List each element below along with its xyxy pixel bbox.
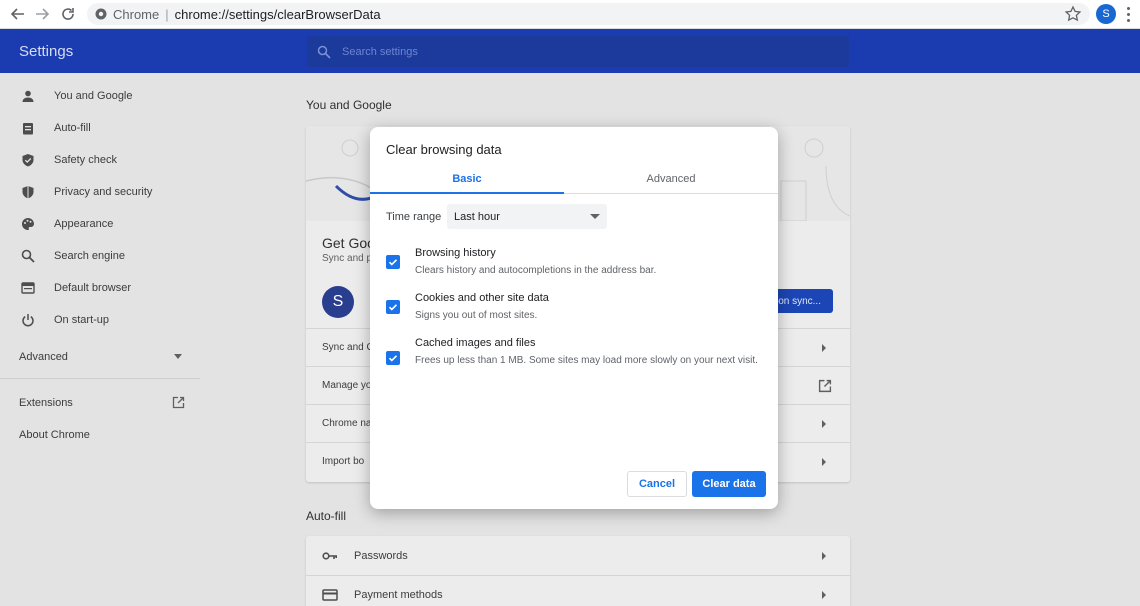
sidebar-item-safety-check[interactable]: Safety check	[0, 145, 200, 175]
tab-advanced[interactable]: Advanced	[564, 165, 778, 193]
power-icon	[20, 312, 36, 328]
open-external-icon[interactable]	[172, 396, 185, 409]
sidebar-divider	[0, 378, 200, 379]
sidebar-item-search-engine[interactable]: Search engine	[0, 241, 200, 271]
sidebar-item-label: Search engine	[54, 250, 125, 262]
settings-header: Settings	[0, 29, 1140, 73]
forward-button[interactable]	[32, 4, 52, 24]
chevron-down-icon[interactable]	[174, 354, 182, 360]
tab-basic[interactable]: Basic	[370, 165, 564, 194]
sidebar-item-on-start-up[interactable]: On start-up	[0, 305, 200, 335]
sidebar-about-chrome[interactable]: About Chrome	[19, 429, 90, 441]
option-title: Cookies and other site data	[415, 292, 549, 304]
chrome-icon	[95, 8, 107, 20]
cancel-button[interactable]: Cancel	[627, 471, 687, 497]
url-text: chrome://settings/clearBrowserData	[174, 6, 381, 22]
option-description: Frees up less than 1 MB. Some sites may …	[415, 355, 758, 366]
sidebar-advanced[interactable]: Advanced	[19, 351, 68, 363]
open-external-icon	[818, 379, 832, 392]
checkmark-icon	[388, 259, 398, 266]
auto-fill-heading: Auto-fill	[306, 509, 347, 523]
clipboard-icon	[20, 120, 36, 136]
arrow-right-icon	[36, 8, 50, 20]
arrow-left-icon	[10, 8, 24, 20]
site-label: Chrome	[113, 6, 160, 22]
sidebar-item-privacy-and-security[interactable]: Privacy and security	[0, 177, 200, 207]
time-range-label: Time range	[386, 211, 442, 223]
row-label: Import bo	[322, 456, 365, 467]
sidebar: You and Google Auto-fill Safety check Pr…	[0, 73, 200, 606]
row-passwords[interactable]: Passwords	[306, 536, 850, 575]
row-label: Chrome na	[322, 418, 372, 429]
sidebar-item-default-browser[interactable]: Default browser	[0, 273, 200, 303]
shield-check-icon	[20, 152, 36, 168]
chevron-right-icon	[822, 591, 826, 599]
address-bar[interactable]: Chrome | chrome://settings/clearBrowserD…	[87, 3, 1090, 25]
get-google-title: Get Goo	[322, 235, 375, 251]
checkmark-icon	[388, 304, 398, 311]
settings-title: Settings	[19, 43, 74, 60]
sidebar-item-label: Default browser	[54, 282, 132, 294]
option-title: Browsing history	[415, 247, 496, 259]
sidebar-item-you-and-google[interactable]: You and Google	[0, 81, 200, 111]
cookies-checkbox[interactable]	[386, 300, 400, 314]
sidebar-item-auto-fill[interactable]: Auto-fill	[0, 113, 200, 143]
search-icon	[20, 248, 36, 264]
chevron-right-icon	[822, 419, 826, 428]
profile-avatar[interactable]: S	[1096, 4, 1116, 24]
time-range-select[interactable]: Last hour	[447, 204, 607, 229]
get-google-subtitle: Sync and p	[322, 253, 373, 264]
chevron-right-icon	[822, 343, 826, 352]
row-label: Sync and G	[322, 342, 375, 353]
option-cached-images: Cached images and files Frees up less th…	[386, 337, 766, 393]
auto-fill-card: Passwords Payment methods	[306, 536, 850, 606]
you-and-google-heading: You and Google	[306, 98, 392, 112]
browsing-history-checkbox[interactable]	[386, 255, 400, 269]
row-label: Passwords	[354, 549, 408, 562]
sidebar-item-label: Auto-fill	[54, 122, 91, 134]
browser-toolbar: Chrome | chrome://settings/clearBrowserD…	[0, 0, 1140, 29]
option-description: Clears history and autocompletions in th…	[415, 265, 657, 276]
row-payment-methods[interactable]: Payment methods	[306, 575, 850, 606]
search-settings-box[interactable]	[307, 36, 849, 67]
clear-data-button[interactable]: Clear data	[692, 471, 766, 497]
sidebar-item-appearance[interactable]: Appearance	[0, 209, 200, 239]
dropdown-caret-icon	[590, 214, 600, 219]
back-button[interactable]	[8, 4, 28, 24]
option-cookies: Cookies and other site data Signs you ou…	[386, 292, 766, 332]
palette-icon	[20, 216, 36, 232]
search-settings-input[interactable]	[342, 45, 822, 58]
time-range-value: Last hour	[454, 210, 500, 223]
sidebar-item-label: You and Google	[54, 90, 133, 102]
key-icon	[322, 551, 337, 560]
shield-icon	[20, 184, 36, 200]
option-browsing-history: Browsing history Clears history and auto…	[386, 247, 766, 287]
reload-icon	[62, 8, 74, 20]
dialog-tabs: Basic Advanced	[370, 165, 778, 194]
cached-images-checkbox[interactable]	[386, 351, 400, 365]
option-title: Cached images and files	[415, 337, 536, 349]
sidebar-item-label: On start-up	[54, 314, 110, 326]
more-menu-icon[interactable]	[1122, 5, 1134, 23]
row-label: Manage yo	[322, 380, 372, 391]
sidebar-item-label: Safety check	[54, 154, 117, 166]
sidebar-extensions[interactable]: Extensions	[19, 397, 73, 409]
dialog-title: Clear browsing data	[386, 142, 502, 157]
checkmark-icon	[388, 355, 398, 362]
person-icon	[20, 88, 36, 104]
bookmark-star-icon[interactable]	[1064, 5, 1082, 23]
sidebar-item-label: Privacy and security	[54, 186, 153, 198]
row-label: Payment methods	[354, 589, 443, 601]
search-icon	[317, 45, 331, 59]
reload-button[interactable]	[58, 4, 78, 24]
browser-icon	[20, 280, 36, 296]
sidebar-item-label: Appearance	[54, 218, 114, 230]
clear-browsing-data-dialog: Clear browsing data Basic Advanced Time …	[370, 127, 778, 509]
account-avatar: S	[322, 286, 354, 318]
chevron-right-icon	[822, 457, 826, 466]
option-description: Signs you out of most sites.	[415, 310, 538, 321]
chevron-right-icon	[822, 551, 826, 560]
url-separator: |	[165, 6, 169, 22]
credit-card-icon	[322, 589, 338, 601]
